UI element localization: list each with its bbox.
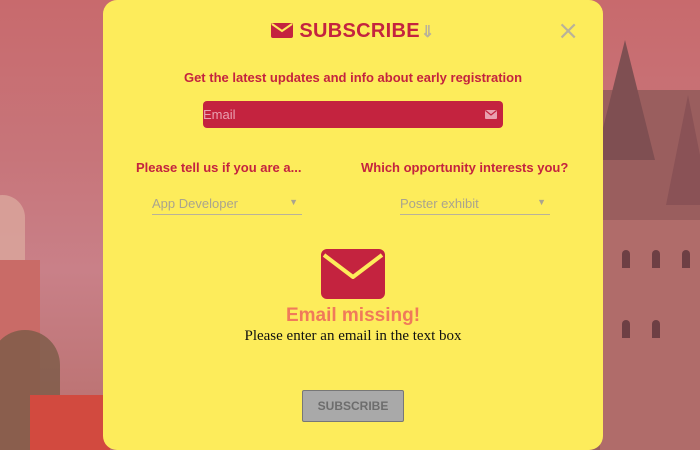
email-field-wrapper	[203, 101, 503, 128]
opportunity-question-label: Which opportunity interests you?	[361, 160, 569, 175]
envelope-icon	[271, 23, 294, 38]
subscribe-button[interactable]: SUBSCRIBE	[302, 390, 404, 422]
down-arrow-icon: ⇓	[420, 24, 435, 41]
background-window	[652, 250, 660, 268]
modal-title: SUBSCRIBE⇓	[103, 20, 603, 43]
chevron-down-icon: ▼	[289, 197, 298, 207]
envelope-icon	[485, 110, 497, 119]
background-window	[622, 320, 630, 338]
background-roof	[30, 395, 110, 450]
role-question-label: Please tell us if you are a...	[136, 160, 302, 175]
role-select-value: App Developer	[152, 196, 238, 211]
subscribe-modal: × SUBSCRIBE⇓ Get the latest updates and …	[103, 0, 603, 450]
background-window	[652, 320, 660, 338]
opportunity-select[interactable]: Poster exhibit ▼	[400, 190, 550, 215]
modal-title-text: SUBSCRIBE	[299, 20, 420, 42]
opportunity-select-value: Poster exhibit	[400, 196, 479, 211]
background-window	[622, 250, 630, 268]
modal-subtitle: Get the latest updates and info about ea…	[183, 70, 523, 85]
error-message: Please enter an email in the text box	[244, 328, 462, 344]
background-window	[682, 250, 690, 268]
envelope-icon	[321, 249, 385, 299]
role-select[interactable]: App Developer ▼	[152, 190, 302, 215]
error-title: Email missing!	[285, 305, 421, 326]
chevron-down-icon: ▼	[537, 197, 546, 207]
background-spire	[595, 40, 655, 160]
background-spire	[666, 95, 700, 205]
email-input[interactable]	[203, 101, 473, 128]
